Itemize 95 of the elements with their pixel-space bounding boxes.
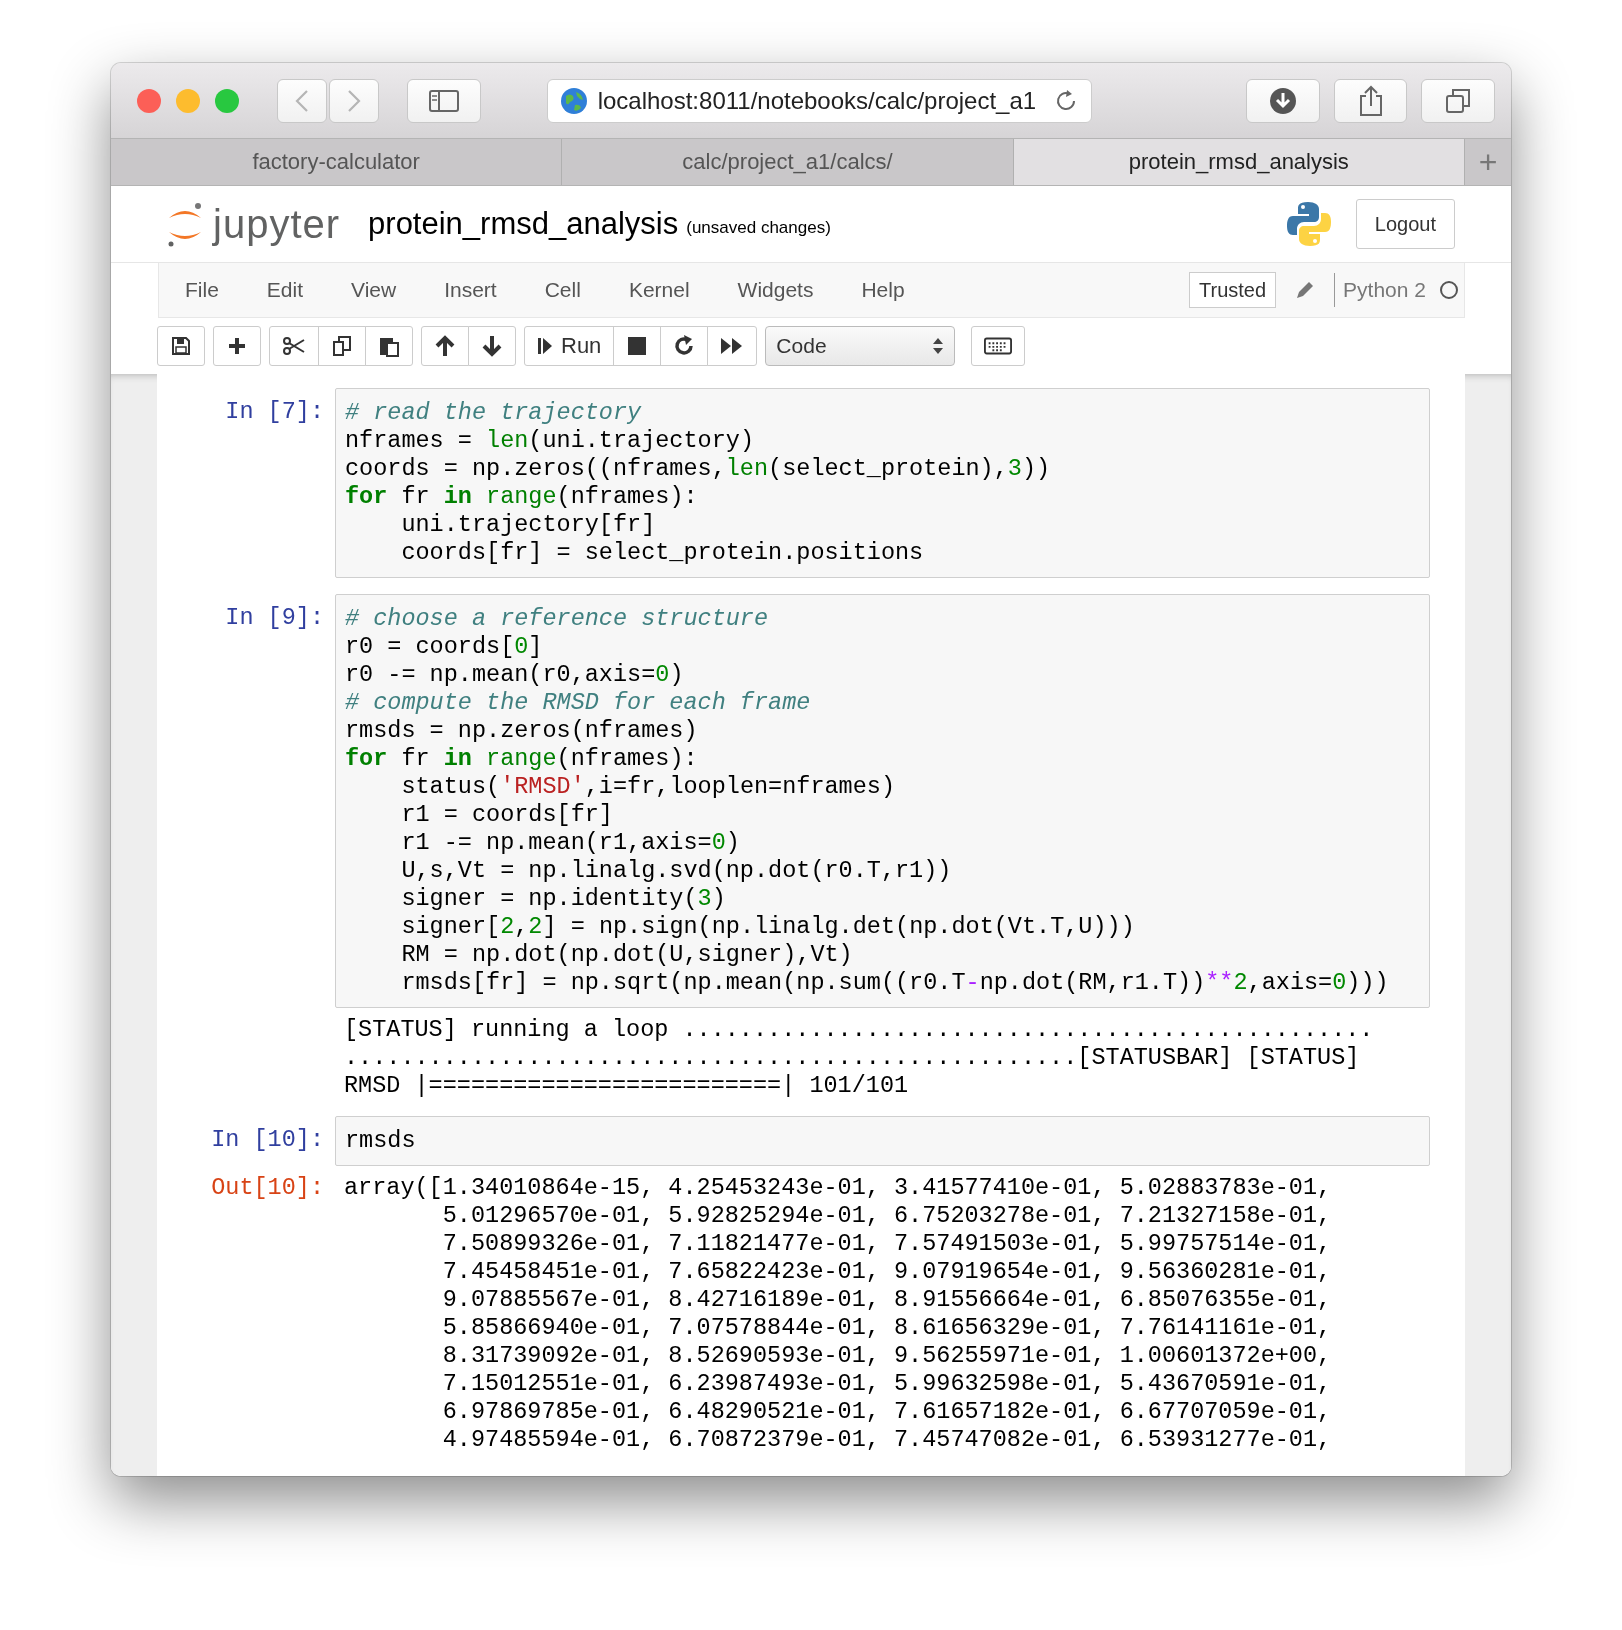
- code-line: signer = np.identity(3): [400, 885, 727, 913]
- save-button[interactable]: [157, 326, 205, 366]
- code-line: RM = np.dot(np.dot(U,signer),Vt): [400, 941, 854, 969]
- tabs-overview-button[interactable]: [1421, 78, 1495, 123]
- browser-tab[interactable]: protein_rmsd_analysis: [1013, 139, 1465, 185]
- paste-icon: [378, 335, 400, 357]
- input-prompt: In [9]:: [224, 603, 325, 632]
- menu-item[interactable]: Edit: [266, 278, 304, 302]
- code-line: status('RMSD',i=fr,looplen=nframes): [400, 773, 897, 801]
- sidebar-icon: [428, 89, 459, 112]
- code-cell[interactable]: # read the trajectory nframes = len(uni.trajectory) coords = np.zeros((nframes,len(select_protein),3)) for fr in range(nframes): uni.trajectory[fr] coords[fr] = select_protein.positions: [335, 388, 1430, 578]
- browser-tab[interactable]: factory-calculator: [111, 139, 563, 185]
- input-prompt: In [7]:: [224, 397, 325, 426]
- output-line: 5.85866940e-01, 7.07578844e-01, 8.61656329e-01, 7.76141161e-01,: [441, 1314, 1333, 1342]
- code-line: for fr in range(nframes):: [345, 745, 699, 773]
- code-line: # read the trajectory: [345, 399, 643, 427]
- output-line: 7.45458451e-01, 7.65822423e-01, 9.07919654e-01, 9.56360281e-01,: [441, 1258, 1333, 1286]
- code-line: U,s,Vt = np.linalg.svd(np.dot(r0.T,r1)): [400, 857, 953, 885]
- code-cell[interactable]: rmsds: [335, 1116, 1430, 1166]
- code-line: # compute the RMSD for each frame: [345, 689, 812, 717]
- output-line: ....................................................[STATUSBAR] [STATUS]: [344, 1044, 1361, 1072]
- move-up-button[interactable]: [421, 326, 469, 366]
- output-line: 5.01296570e-01, 5.92825294e-01, 6.75203278e-01, 7.21327158e-01,: [441, 1202, 1333, 1230]
- menu-item[interactable]: Cell: [544, 278, 581, 302]
- chevron-right-icon: [347, 88, 361, 113]
- run-all-button[interactable]: [707, 326, 758, 366]
- arrow-down-icon: [482, 335, 502, 357]
- move-down-button[interactable]: [468, 326, 516, 366]
- run-button[interactable]: Run: [524, 326, 615, 366]
- output-prompt: Out[10]:: [210, 1174, 325, 1202]
- cell-type-dropdown[interactable]: Code: [765, 326, 956, 366]
- output-line: 8.31739092e-01, 8.52690593e-01, 9.56255971e-01, 1.00601372e+00,: [441, 1342, 1333, 1370]
- arrow-up-icon: [435, 335, 455, 357]
- output-line: 7.15012551e-01, 6.23987493e-01, 5.99632598e-01, 5.43670591e-01,: [441, 1370, 1333, 1398]
- code-line: r1 -= np.mean(r1,axis=0): [400, 829, 741, 857]
- save-status: (unsaved changes): [686, 218, 831, 238]
- stop-button[interactable]: [613, 326, 662, 366]
- kernel-name: Python 2: [1343, 278, 1426, 302]
- code-line: coords[fr] = select_protein.positions: [400, 539, 925, 567]
- keyboard-icon: [984, 337, 1013, 355]
- code-line: rmsds: [345, 1127, 417, 1155]
- menu-item[interactable]: Help: [861, 278, 905, 302]
- output-line: RMSD |=========================| 101/101: [344, 1072, 910, 1100]
- code-line: nframes = len(uni.trajectory): [345, 427, 755, 455]
- code-line: signer[2,2] = np.sign(np.linalg.det(np.dot(Vt.T,U))): [400, 913, 1136, 941]
- output-line: array([1.34010864e-15, 4.25453243e-01, 3.41577410e-01, 5.02883783e-01,: [344, 1174, 1333, 1202]
- menu-item[interactable]: View: [351, 278, 397, 302]
- code-line: r1 = coords[fr]: [400, 801, 614, 829]
- sidebar-button[interactable]: [407, 78, 481, 123]
- code-line: # choose a reference structure: [345, 605, 770, 633]
- restart-button[interactable]: [660, 326, 709, 366]
- keyboard-button[interactable]: [971, 326, 1026, 366]
- share-icon: [1357, 84, 1384, 117]
- copy-icon: [331, 335, 353, 357]
- download-button[interactable]: [1246, 78, 1320, 123]
- notebook-name[interactable]: protein_rmsd_analysis: [368, 206, 679, 242]
- code-line: for fr in range(nframes):: [345, 483, 699, 511]
- address-field[interactable]: localhost:8011/notebooks/calc/project_a1: [546, 78, 1093, 123]
- code-line: r0 -= np.mean(r0,axis=0): [345, 661, 685, 689]
- step-play-icon: [537, 336, 553, 356]
- code-cell[interactable]: [335, 594, 1430, 1008]
- output-line: 4.97485594e-01, 6.70872379e-01, 7.45747082e-01, 6.53931277e-01,: [441, 1426, 1333, 1454]
- code-line: rmsds[fr] = np.sqrt(np.mean(np.sum((r0.T-np.dot(RM,r1.T))**2,axis=0))): [400, 969, 1390, 997]
- code-line: uni.trajectory[fr]: [400, 511, 657, 539]
- stop-icon: [627, 336, 648, 356]
- menu-item[interactable]: Insert: [444, 278, 497, 302]
- updown-caret-icon: [932, 336, 945, 356]
- logout-button[interactable]: Logout: [1355, 199, 1455, 249]
- menu-item[interactable]: Kernel: [628, 278, 690, 302]
- url-text: localhost:8011/notebooks/calc/project_a1: [597, 86, 1038, 115]
- plus-icon: [227, 336, 247, 356]
- copy-button[interactable]: [318, 326, 366, 366]
- code-line: rmsds = np.zeros(nframes): [345, 717, 699, 745]
- overlapping-squares-icon: [1444, 86, 1473, 115]
- input-prompt: In [10]:: [210, 1125, 325, 1154]
- chevron-left-icon: [295, 88, 309, 113]
- menu-item[interactable]: Widgets: [737, 278, 814, 302]
- globe-icon: [559, 86, 588, 115]
- menu-item[interactable]: File: [185, 278, 219, 302]
- refresh-icon: [673, 335, 696, 357]
- browser-tab[interactable]: calc/project_a1/calcs/: [562, 139, 1014, 185]
- output-line: 7.50899326e-01, 7.11821477e-01, 7.57491503e-01, 5.99757514e-01,: [441, 1230, 1333, 1258]
- output-line: [STATUS] running a loop .................................................: [344, 1016, 1375, 1044]
- insert-cell-button[interactable]: [213, 326, 261, 366]
- share-button[interactable]: [1333, 78, 1408, 123]
- cut-button[interactable]: [269, 326, 319, 366]
- output-line: 6.97869785e-01, 6.48290521e-01, 7.61657182e-01, 6.67707059e-01,: [441, 1398, 1333, 1426]
- code-line: r0 = coords[0]: [345, 633, 544, 661]
- logo-text: jupyter: [213, 201, 341, 247]
- paste-button[interactable]: [365, 326, 413, 366]
- code-line: coords = np.zeros((nframes,len(select_protein),3)): [345, 455, 1052, 483]
- trusted-button[interactable]: Trusted: [1189, 272, 1277, 308]
- output-line: 9.07885567e-01, 8.42716189e-01, 8.91556664e-01, 6.85076355e-01,: [441, 1286, 1333, 1314]
- scissors-icon: [282, 336, 306, 356]
- download-icon: [1267, 85, 1298, 116]
